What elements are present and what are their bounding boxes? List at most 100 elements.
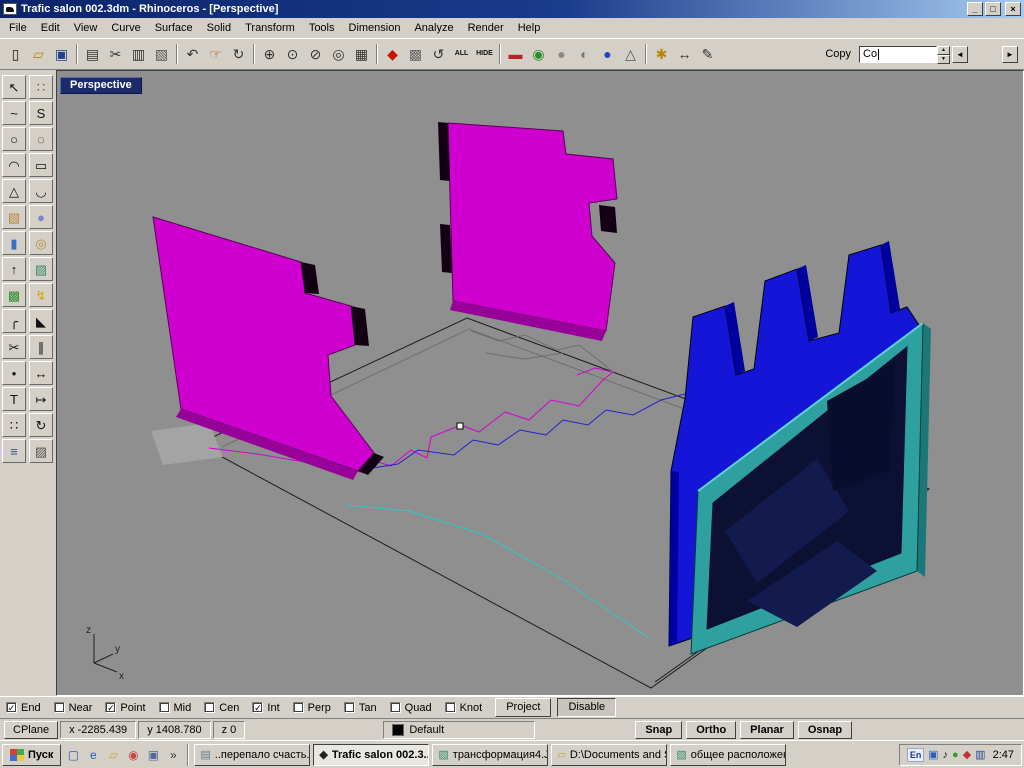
command-next-button[interactable]: ► [1002, 45, 1018, 63]
shade-icon[interactable]: ▩ [404, 43, 427, 66]
end-checkbox[interactable]: ✓ [6, 702, 17, 713]
ql-desktop-icon[interactable]: ▢ [64, 746, 82, 764]
close-button[interactable]: × [1005, 2, 1021, 16]
spinner-down-icon[interactable]: ▼ [937, 54, 950, 64]
menu-help[interactable]: Help [511, 20, 548, 37]
spinner-up-icon[interactable]: ▲ [937, 45, 950, 55]
grid-icon[interactable]: ▦ [350, 43, 373, 66]
annotate-icon[interactable]: ✎ [696, 43, 719, 66]
menu-solid[interactable]: Solid [200, 20, 238, 37]
torus-icon[interactable]: ◎ [29, 231, 53, 255]
ellipse-icon[interactable]: ◌ [29, 127, 53, 151]
save-file-icon[interactable]: ▣ [50, 43, 73, 66]
array-icon[interactable]: ∷ [2, 413, 26, 437]
ql-window-icon[interactable]: ▣ [144, 746, 162, 764]
osnap-button[interactable]: Osnap [797, 720, 853, 739]
near-checkbox[interactable] [53, 702, 65, 713]
menu-view[interactable]: View [67, 20, 105, 37]
pan-icon[interactable]: ☞ [204, 43, 227, 66]
task-explorer[interactable]: ▱D:\Documents and S... [551, 743, 668, 766]
print-icon[interactable]: ▤ [81, 43, 104, 66]
scene-canvas[interactable]: z y x [57, 71, 1023, 695]
viewport-perspective[interactable]: Perspective z y x [56, 70, 1024, 696]
ortho-button[interactable]: Ortho [686, 720, 737, 739]
osnap-knot[interactable]: Knot [444, 702, 482, 714]
disable-button[interactable]: Disable [557, 698, 617, 717]
new-file-icon[interactable]: ▯ [4, 43, 27, 66]
osnap-int[interactable]: ✓ Int [252, 702, 280, 714]
cplane-button[interactable]: CPlane [4, 720, 59, 739]
explode-icon[interactable]: ↯ [29, 283, 53, 307]
network-icon[interactable]: ▥ [975, 749, 985, 761]
display-icon[interactable]: ▣ [928, 749, 938, 761]
render-settings-icon[interactable]: ▬ [504, 43, 527, 66]
show-all-icon[interactable]: ALL [450, 43, 473, 66]
task-notepad[interactable]: ▤ ..перепало счасть... [194, 743, 311, 766]
hide-icon[interactable]: HIDE [473, 43, 496, 66]
zoom-extents-icon[interactable]: ◎ [327, 43, 350, 66]
cylinder-icon[interactable]: ▮ [2, 231, 26, 255]
color-wheel-icon[interactable]: ◉ [527, 43, 550, 66]
copy-icon[interactable]: ▥ [127, 43, 150, 66]
menu-file[interactable]: File [2, 20, 34, 37]
polygon-icon[interactable]: △ [2, 179, 26, 203]
rectangle-icon[interactable]: ▭ [29, 153, 53, 177]
command-spinner[interactable]: ▲ ▼ [937, 45, 950, 64]
project-button[interactable]: Project [495, 698, 552, 717]
osnap-quad[interactable]: Quad [389, 702, 432, 714]
chamfer-icon[interactable]: ◣ [29, 309, 53, 333]
magenta-panel-top[interactable] [438, 122, 618, 341]
ql-ie-icon[interactable]: e [84, 746, 102, 764]
osnap-perp[interactable]: Perp [292, 702, 331, 714]
box-icon[interactable]: ▧ [2, 205, 26, 229]
osnap-near[interactable]: Near [53, 702, 92, 714]
layers-icon[interactable]: ≡ [2, 439, 26, 463]
trim-icon[interactable]: ✂ [2, 335, 26, 359]
ql-more-icon[interactable]: » [164, 746, 182, 764]
title-bar[interactable]: Trafic salon 002.3dm - Rhinoceros - [Per… [0, 0, 1024, 18]
sphere-shaded-icon[interactable]: ◐ [573, 43, 596, 66]
layer-indicator[interactable]: Default [383, 720, 536, 739]
knot-checkbox[interactable] [444, 702, 456, 713]
snap-button[interactable]: Snap [635, 720, 683, 739]
task-image1[interactable]: ▧ трансформация4.J... [432, 743, 549, 766]
menu-curve[interactable]: Curve [104, 20, 147, 37]
quad-checkbox[interactable] [389, 702, 401, 713]
interpolate-curve-icon[interactable]: S [29, 101, 53, 125]
sphere-icon[interactable]: ● [29, 205, 53, 229]
move-icon[interactable]: ↔ [29, 361, 53, 385]
freeform-curve-icon[interactable]: ◡ [29, 179, 53, 203]
menu-dimension[interactable]: Dimension [342, 20, 408, 37]
viewport-title[interactable]: Perspective [60, 77, 142, 94]
menu-surface[interactable]: Surface [148, 20, 200, 37]
menu-analyze[interactable]: Analyze [407, 20, 460, 37]
point-marker[interactable] [456, 422, 464, 430]
circle-icon[interactable]: ○ [2, 127, 26, 151]
mid-checkbox[interactable] [158, 702, 170, 713]
task-rhino[interactable]: ◆ Trafic salon 002.3... [313, 743, 430, 766]
int-checkbox[interactable]: ✓ [252, 702, 264, 713]
tan-checkbox[interactable] [343, 702, 355, 713]
spin-view-icon[interactable]: ↺ [427, 43, 450, 66]
ql-folder-icon[interactable]: ▱ [104, 746, 122, 764]
osnap-point[interactable]: ✓ Point [105, 702, 146, 714]
cen-checkbox[interactable] [204, 702, 216, 713]
zoom-in-icon[interactable]: ⊕ [258, 43, 281, 66]
minimize-button[interactable]: _ [967, 2, 983, 16]
start-button[interactable]: Пуск [2, 743, 62, 766]
cut-icon[interactable]: ✂ [104, 43, 127, 66]
zoom-window-icon[interactable]: ⊙ [281, 43, 304, 66]
maximize-button[interactable]: □ [985, 2, 1001, 16]
spotlight-icon[interactable]: △ [619, 43, 642, 66]
sphere-blue-icon[interactable]: ● [596, 43, 619, 66]
volume-icon[interactable]: ♪ [943, 749, 949, 761]
rotate-view-icon[interactable]: ↻ [227, 43, 250, 66]
dimension-icon[interactable]: ↦ [29, 387, 53, 411]
language-indicator[interactable]: En [907, 747, 925, 762]
hatch-icon[interactable]: ▨ [29, 439, 53, 463]
scheduler-icon[interactable]: ◆ [963, 749, 971, 761]
menu-edit[interactable]: Edit [34, 20, 67, 37]
sphere-gray-icon[interactable]: ● [550, 43, 573, 66]
grip-dots-icon[interactable]: ∷ [29, 75, 53, 99]
perp-checkbox[interactable] [292, 702, 304, 713]
